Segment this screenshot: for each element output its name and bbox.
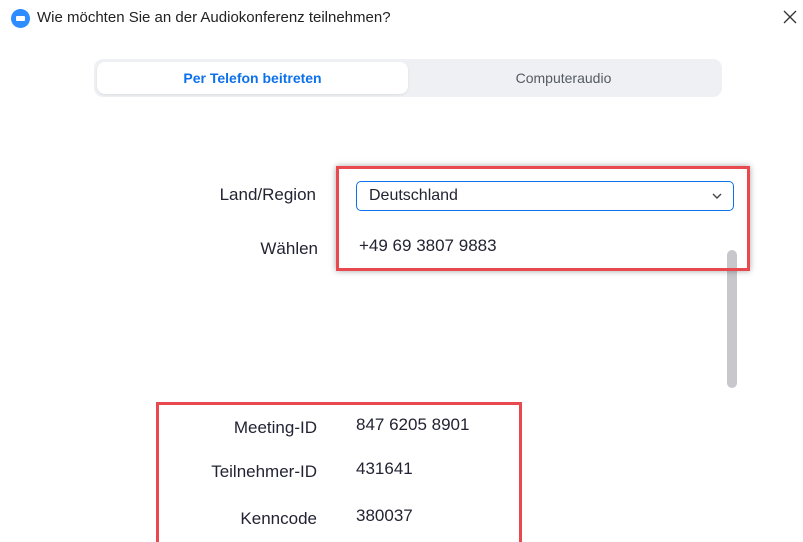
dial-label: Wählen — [260, 239, 318, 258]
title-bar: Wie möchten Sie an der Audiokonferenz te… — [0, 0, 803, 40]
meeting-info-highlight-box — [156, 402, 522, 542]
close-icon — [783, 10, 797, 24]
country-label: Land/Region — [219, 185, 316, 204]
dial-in-highlight-box — [336, 166, 750, 271]
window-title: Wie möchten Sie an der Audiokonferenz te… — [37, 9, 391, 26]
close-button[interactable] — [778, 3, 802, 31]
tab-computer-audio[interactable]: Computeraudio — [408, 62, 719, 94]
join-method-tabs: Per Telefon beitreten Computeraudio — [94, 59, 722, 97]
tab-phone[interactable]: Per Telefon beitreten — [97, 62, 408, 94]
zoom-logo-icon — [11, 9, 30, 28]
